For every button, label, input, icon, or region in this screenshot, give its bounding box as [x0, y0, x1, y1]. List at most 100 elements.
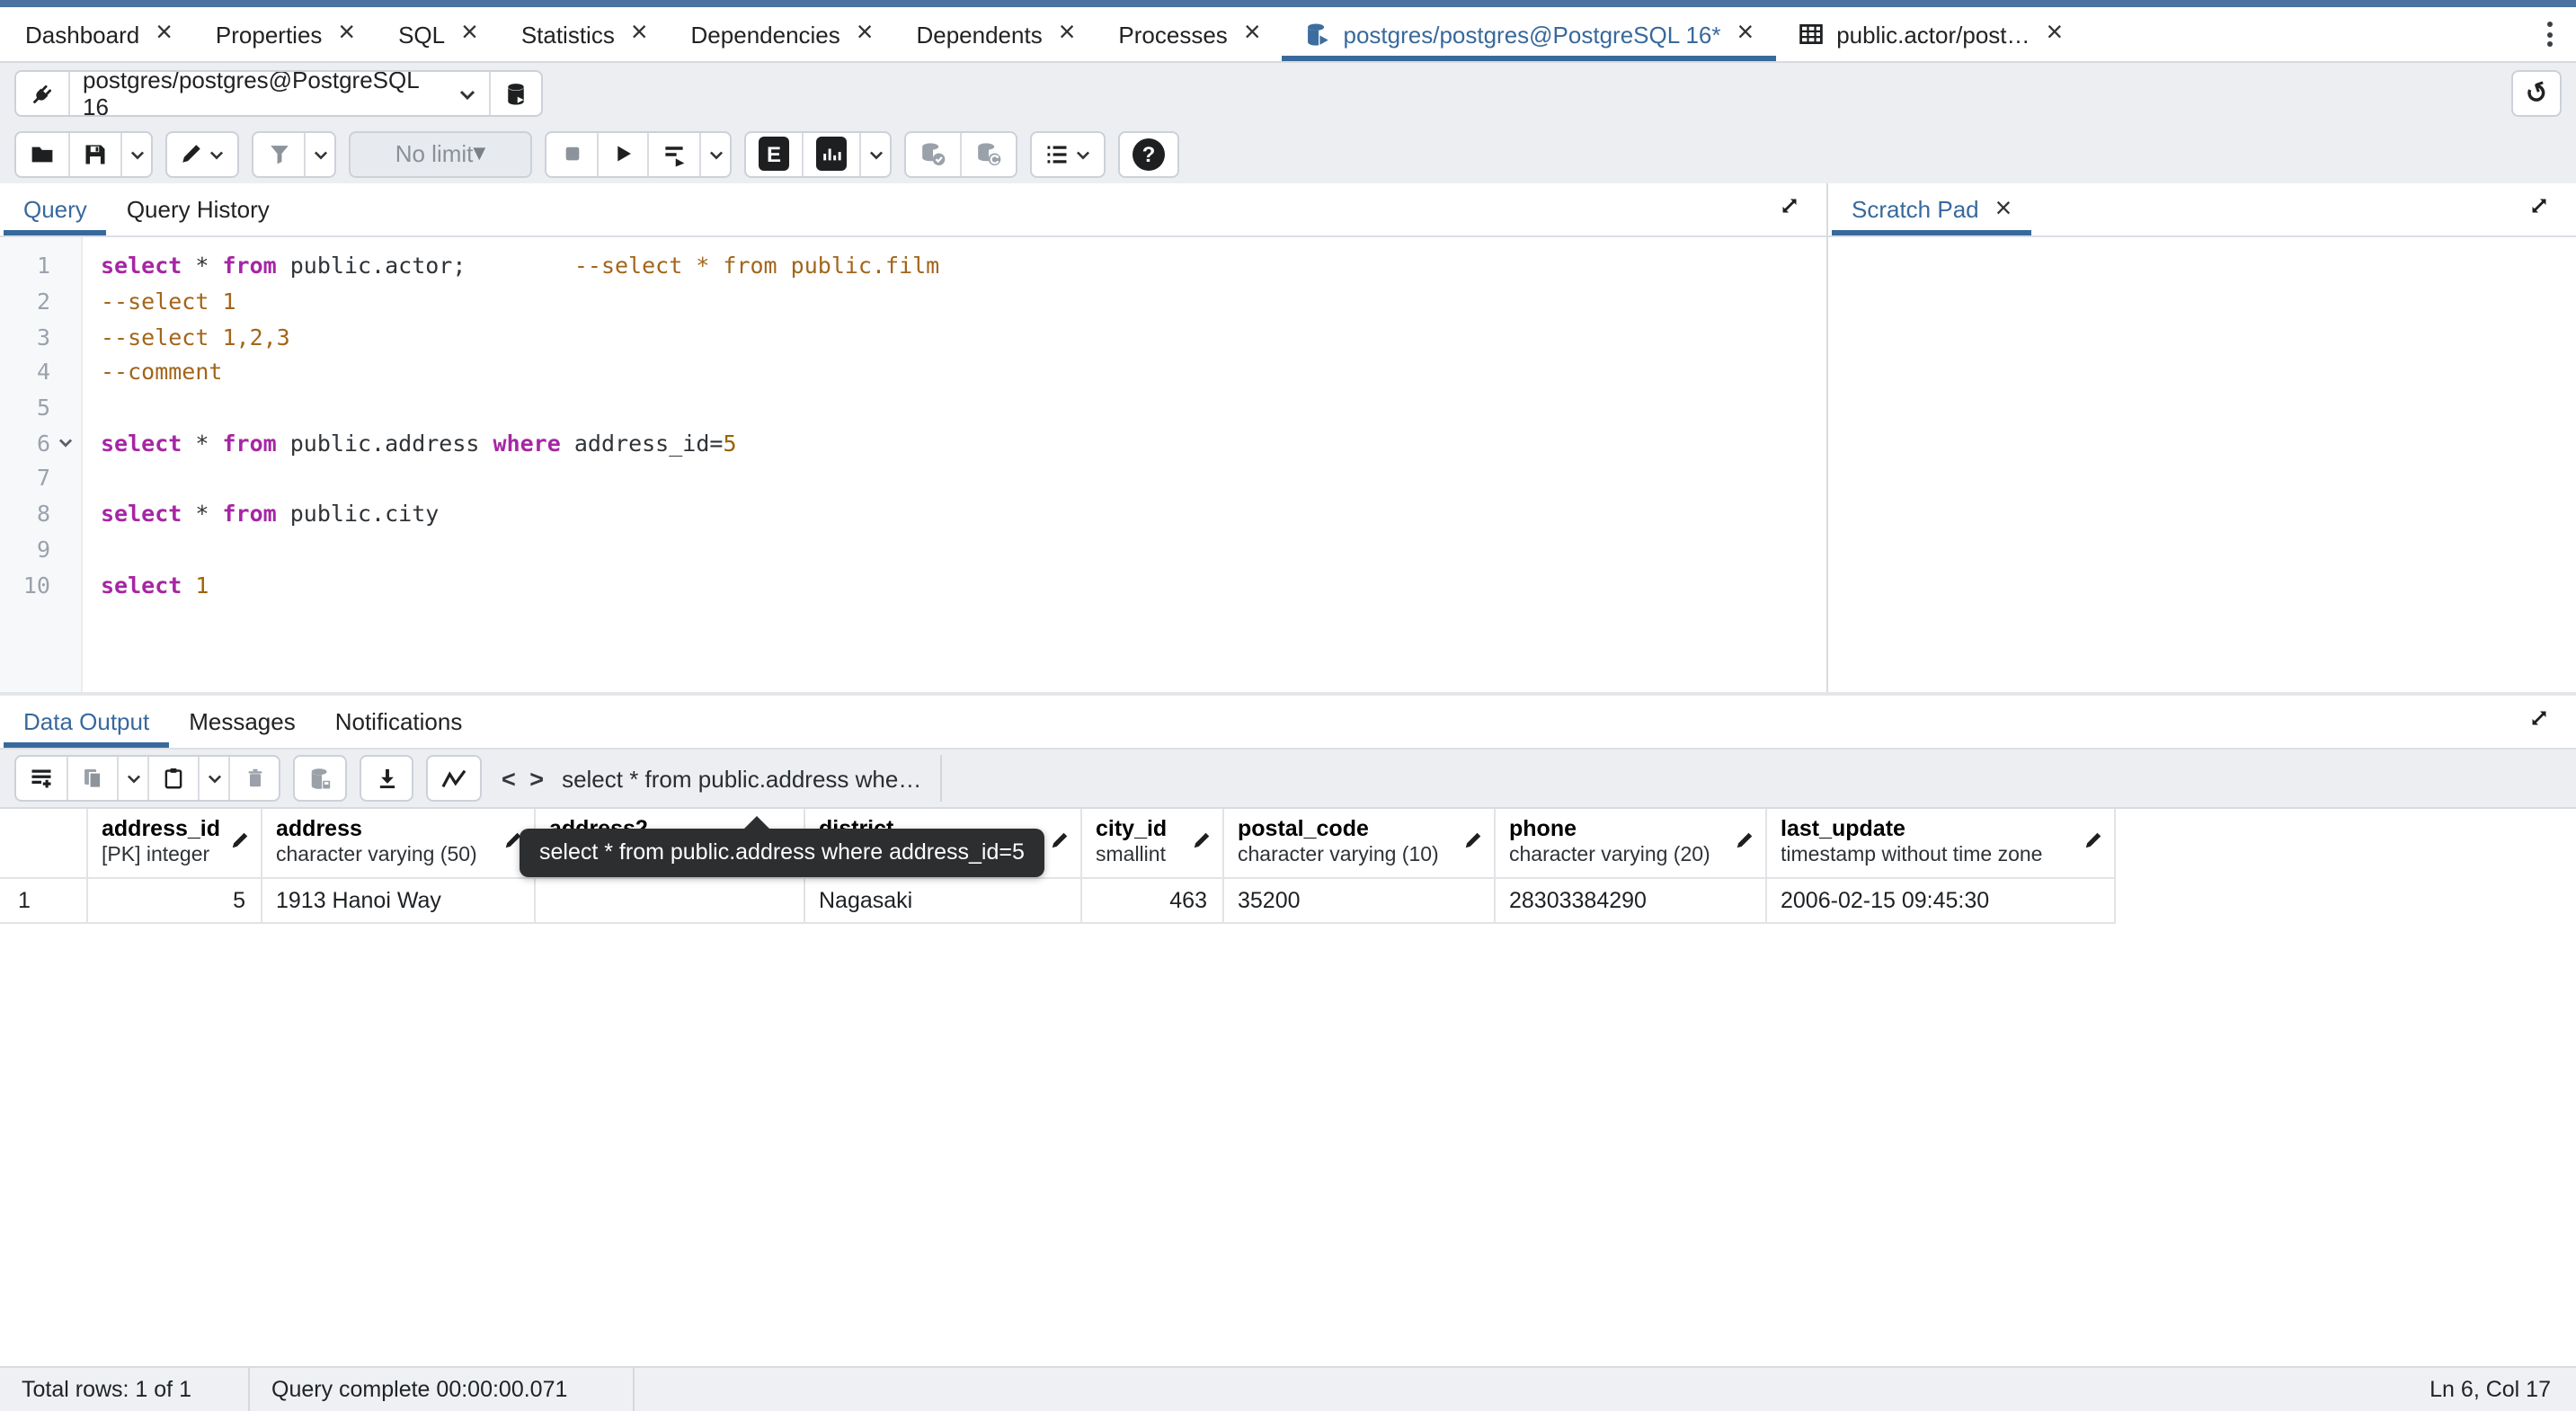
fold-chevron-icon[interactable]: [50, 437, 81, 449]
close-icon[interactable]: ×: [1244, 20, 1261, 49]
column-header-postal-code[interactable]: postal_codecharacter varying (10): [1222, 809, 1494, 877]
column-header-address[interactable]: addresscharacter varying (50): [261, 809, 534, 877]
code-line-7[interactable]: [83, 460, 1826, 495]
tab-notifications[interactable]: Notifications: [315, 696, 483, 748]
tabbar-overflow-menu-icon[interactable]: [2529, 7, 2569, 61]
tab-messages[interactable]: Messages: [169, 696, 315, 748]
save-data-changes-button[interactable]: [295, 757, 345, 800]
close-icon[interactable]: ×: [338, 20, 355, 49]
cell-postal-code[interactable]: 35200: [1222, 877, 1494, 922]
cell-last-update[interactable]: 2006-02-15 09:45:30: [1765, 877, 2114, 922]
connection-status-button[interactable]: [16, 72, 68, 115]
delete-row-button[interactable]: [228, 757, 279, 800]
editor-code[interactable]: select * from public.actor; --select * f…: [83, 237, 1826, 692]
tab-public-actor-post[interactable]: public.actor/post…×: [1775, 7, 2084, 61]
connection-select[interactable]: postgres/postgres@PostgreSQL 16: [68, 72, 489, 115]
tab-dependents[interactable]: Dependents×: [894, 7, 1097, 61]
rollback-button[interactable]: [960, 132, 1016, 175]
open-file-button[interactable]: [16, 132, 68, 175]
code-line-9[interactable]: [83, 531, 1826, 566]
save-results-button[interactable]: [361, 757, 412, 800]
close-icon[interactable]: ×: [155, 20, 173, 49]
help-button[interactable]: ?: [1120, 132, 1177, 175]
code-line-8[interactable]: select * from public.city: [83, 496, 1826, 531]
row-number-cell[interactable]: 1: [0, 877, 86, 922]
explain-button[interactable]: E: [746, 132, 802, 175]
chevron-down-icon: [209, 138, 225, 170]
explain-options-chevron[interactable]: [859, 132, 890, 175]
tab-dashboard[interactable]: Dashboard×: [4, 7, 194, 61]
copy-button[interactable]: [67, 757, 117, 800]
stop-button[interactable]: [546, 132, 597, 175]
filter-button[interactable]: [253, 132, 304, 175]
copy-options-button[interactable]: [117, 757, 147, 800]
code-line-4[interactable]: --comment: [83, 354, 1826, 389]
sql-editor[interactable]: 12345678910 select * from public.actor; …: [0, 237, 1826, 692]
close-icon[interactable]: ×: [461, 20, 478, 49]
edit-column-icon[interactable]: [1049, 827, 1069, 859]
column-header-address-id[interactable]: address_id[PK] integer: [86, 809, 261, 877]
paste-button[interactable]: [147, 757, 198, 800]
query-panel-expand-button[interactable]: [1756, 183, 1823, 235]
tab-query-history[interactable]: Query History: [107, 183, 289, 235]
close-icon[interactable]: ×: [1995, 195, 2012, 224]
column-header-city-id[interactable]: city_idsmallint: [1080, 809, 1222, 877]
results-expand-button[interactable]: [2506, 696, 2572, 748]
execute-options-button[interactable]: [647, 132, 699, 175]
macros-button[interactable]: [1032, 132, 1104, 175]
new-connection-button[interactable]: [489, 72, 541, 115]
scratch-pad-expand-button[interactable]: [2506, 183, 2572, 235]
explain-analyze-button[interactable]: [802, 132, 859, 175]
edit-column-icon[interactable]: [1734, 827, 1754, 859]
cell-address2[interactable]: [534, 877, 804, 922]
reset-layout-button[interactable]: ↺: [2511, 70, 2562, 117]
edit-column-icon[interactable]: [1462, 827, 1482, 859]
code-line-2[interactable]: --select 1: [83, 283, 1826, 318]
graph-visualiser-button[interactable]: [428, 757, 480, 800]
close-icon[interactable]: ×: [631, 20, 648, 49]
code-line-6[interactable]: select * from public.address where addre…: [83, 425, 1826, 460]
table-row[interactable]: 151913 Hanoi Way Nagasaki4633520028303384…: [0, 877, 2114, 922]
tab-dependencies[interactable]: Dependencies×: [670, 7, 895, 61]
tab-scratch-pad[interactable]: Scratch Pad ×: [1832, 183, 2031, 235]
execute-button[interactable]: [597, 132, 647, 175]
edit-column-icon[interactable]: [2083, 827, 2102, 859]
column-header-last-update[interactable]: last_updatetimestamp without time zone: [1765, 809, 2114, 877]
cell-city-id[interactable]: 463: [1080, 877, 1222, 922]
tab-postgres-postgres-postgresql-16[interactable]: postgres/postgres@PostgreSQL 16*×: [1283, 7, 1776, 61]
close-icon[interactable]: ×: [857, 20, 874, 49]
code-line-10[interactable]: select 1: [83, 566, 1826, 601]
save-file-button[interactable]: [68, 132, 120, 175]
code-line-5[interactable]: [83, 390, 1826, 425]
close-icon[interactable]: ×: [1059, 20, 1076, 49]
row-limit-select[interactable]: No limit ▼: [351, 132, 530, 175]
tab-statistics[interactable]: Statistics×: [500, 7, 670, 61]
code-line-1[interactable]: select * from public.actor; --select * f…: [83, 248, 1826, 283]
column-header-phone[interactable]: phonecharacter varying (20): [1494, 809, 1765, 877]
code-line-3[interactable]: --select 1,2,3: [83, 319, 1826, 354]
paste-options-button[interactable]: [198, 757, 228, 800]
tab-sql[interactable]: SQL×: [377, 7, 500, 61]
save-options-button[interactable]: [120, 132, 151, 175]
execute-options-chevron[interactable]: [699, 132, 730, 175]
edit-button[interactable]: [167, 132, 237, 175]
edit-column-icon[interactable]: [229, 827, 249, 859]
tab-data-output[interactable]: Data Output: [4, 696, 169, 748]
plug-icon: [29, 80, 56, 107]
cell-district[interactable]: Nagasaki: [804, 877, 1080, 922]
cell-phone[interactable]: 28303384290: [1494, 877, 1765, 922]
cell-address[interactable]: 1913 Hanoi Way: [261, 877, 534, 922]
add-row-button[interactable]: [16, 757, 67, 800]
scratch-pad-textarea[interactable]: [1828, 237, 2576, 692]
tab-query[interactable]: Query: [4, 183, 107, 235]
close-icon[interactable]: ×: [1737, 20, 1754, 49]
line-number: 4: [0, 359, 50, 386]
tab-processes[interactable]: Processes×: [1097, 7, 1282, 61]
filter-options-button[interactable]: [304, 132, 334, 175]
tab-properties[interactable]: Properties×: [194, 7, 377, 61]
database-icon: [503, 80, 529, 107]
close-icon[interactable]: ×: [2047, 20, 2064, 49]
edit-column-icon[interactable]: [1191, 827, 1211, 859]
commit-button[interactable]: [906, 132, 960, 175]
cell-address-id[interactable]: 5: [86, 877, 261, 922]
